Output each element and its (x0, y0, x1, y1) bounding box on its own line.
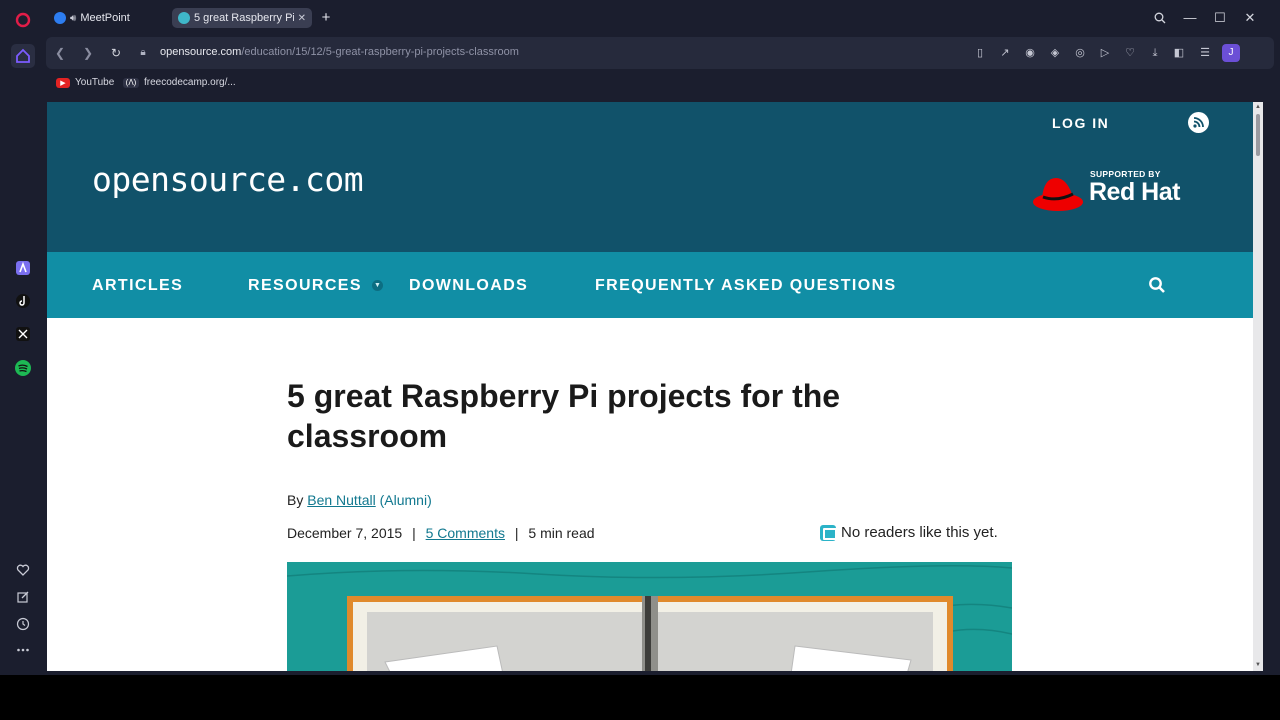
snapshot-camera-icon[interactable]: ◉ (1022, 45, 1038, 61)
opensource-favicon-icon (178, 12, 190, 24)
scroll-up-icon[interactable]: ▲ (1254, 104, 1262, 110)
tiktok-icon[interactable] (11, 289, 35, 313)
nav-articles[interactable]: ARTICLES (92, 277, 183, 295)
shield-icon[interactable]: ◈ (1047, 45, 1063, 61)
minimize-button[interactable]: — (1181, 9, 1199, 27)
site-header: opensource.com LOG IN SUPPORTED BY Red H… (47, 102, 1253, 252)
bookmark-youtube[interactable]: ▶ YouTube (56, 77, 114, 88)
scrollbar-thumb[interactable] (1256, 114, 1260, 156)
author-role: (Alumni) (379, 492, 432, 508)
more-icon[interactable] (11, 638, 35, 662)
freecodecamp-icon: (Λ) (123, 77, 139, 88)
rss-icon[interactable] (1188, 112, 1209, 133)
edit-icon[interactable] (11, 585, 35, 609)
download-icon[interactable]: ⤓ (1147, 45, 1163, 61)
nav-downloads[interactable]: DOWNLOADS (409, 277, 528, 295)
bookmark-freecodecamp[interactable]: (Λ) freecodecamp.org/... (123, 77, 236, 88)
byline: By Ben Nuttall (Alumni) (287, 492, 432, 508)
address-bar: ❮ ❯ ↻ 🔒︎ opensource.com/education/15/12/… (46, 37, 1274, 69)
meetpoint-favicon-icon (54, 12, 66, 24)
author-link[interactable]: Ben Nuttall (307, 492, 375, 508)
reload-button[interactable]: ↻ (108, 45, 124, 61)
back-button[interactable]: ❮ (52, 45, 68, 61)
tab-meetpoint[interactable]: 🔊︎ MeetPoint (48, 8, 168, 28)
maximize-button[interactable]: ☐ (1211, 9, 1229, 27)
browser-sidebar (0, 0, 46, 675)
search-icon[interactable] (1148, 276, 1166, 299)
history-icon[interactable] (11, 612, 35, 636)
opera-logo-icon[interactable] (11, 8, 35, 32)
publish-date: December 7, 2015 (287, 525, 403, 541)
aria-icon[interactable] (11, 256, 35, 280)
url-field[interactable]: opensource.com/education/15/12/5-great-r… (160, 46, 519, 58)
likes-widget: No readers like this yet. (820, 524, 998, 541)
vpn-icon[interactable]: ◎ (1072, 45, 1088, 61)
new-tab-button[interactable]: + (318, 10, 334, 26)
browser-window: 🔊︎ MeetPoint 5 great Raspberry Pi projec… (0, 0, 1280, 675)
tab-active[interactable]: 5 great Raspberry Pi projects for the cl… (172, 8, 312, 28)
scroll-down-icon[interactable]: ▼ (1254, 662, 1262, 668)
heart-icon[interactable] (11, 558, 35, 582)
close-window-button[interactable]: ✕ (1241, 9, 1259, 27)
read-time: 5 min read (528, 525, 595, 541)
comments-link[interactable]: 5 Comments (426, 525, 505, 541)
redhat-wordmark: Red Hat (1089, 178, 1180, 206)
chevron-down-icon[interactable]: ▼ (372, 280, 383, 291)
likes-text: No readers like this yet. (841, 524, 998, 541)
letterbox-bar (0, 675, 1280, 720)
redhat-sponsor-logo[interactable]: SUPPORTED BY Red Hat (1032, 168, 1202, 216)
lock-icon[interactable]: 🔒︎ (135, 45, 151, 61)
easy-setup-icon[interactable]: ☰ (1197, 45, 1213, 61)
tab-title: 5 great Raspberry Pi projects for the cl… (194, 12, 294, 24)
article-meta: December 7, 2015 | 5 Comments | 5 min re… (287, 525, 595, 541)
site-logo[interactable]: opensource.com (92, 160, 364, 199)
tab-bar: 🔊︎ MeetPoint 5 great Raspberry Pi projec… (46, 0, 1280, 36)
profile-avatar[interactable]: J (1222, 44, 1240, 62)
page-scrollbar[interactable]: ▲ ▼ (1253, 102, 1263, 671)
article-title: 5 great Raspberry Pi projects for the cl… (287, 378, 841, 454)
home-icon[interactable] (11, 44, 35, 68)
favorite-heart-icon[interactable]: ♡ (1122, 45, 1138, 61)
redhat-hat-icon (1033, 178, 1083, 211)
reader-mode-icon[interactable]: ▯ (972, 45, 988, 61)
like-icon[interactable] (820, 524, 837, 541)
site-navigation: ARTICLES RESOURCES ▼ DOWNLOADS FREQUENTL… (47, 252, 1253, 318)
forward-button[interactable]: ❯ (80, 45, 96, 61)
tab-close-icon[interactable]: ✕ (298, 13, 306, 24)
meta-separator: | (412, 525, 416, 541)
play-icon[interactable]: ▷ (1097, 45, 1113, 61)
meta-separator: | (514, 525, 519, 541)
nav-resources[interactable]: RESOURCES (248, 277, 362, 295)
speaker-icon[interactable]: 🔊︎ (70, 13, 76, 24)
x-twitter-icon[interactable] (11, 322, 35, 346)
web-page: opensource.com LOG IN SUPPORTED BY Red H… (47, 102, 1253, 671)
bookmarks-bar: ▶ YouTube (Λ) freecodecamp.org/... (46, 70, 1274, 98)
tab-search-icon[interactable] (1151, 9, 1169, 27)
share-icon[interactable]: ↗ (997, 45, 1013, 61)
youtube-icon: ▶ (56, 77, 70, 88)
extensions-icon[interactable]: ◧ (1171, 45, 1187, 61)
spotify-icon[interactable] (11, 356, 35, 380)
nav-faq[interactable]: FREQUENTLY ASKED QUESTIONS (595, 277, 897, 295)
article-hero-image (287, 562, 1012, 671)
tab-title: MeetPoint (80, 12, 130, 24)
login-link[interactable]: LOG IN (1052, 115, 1109, 131)
